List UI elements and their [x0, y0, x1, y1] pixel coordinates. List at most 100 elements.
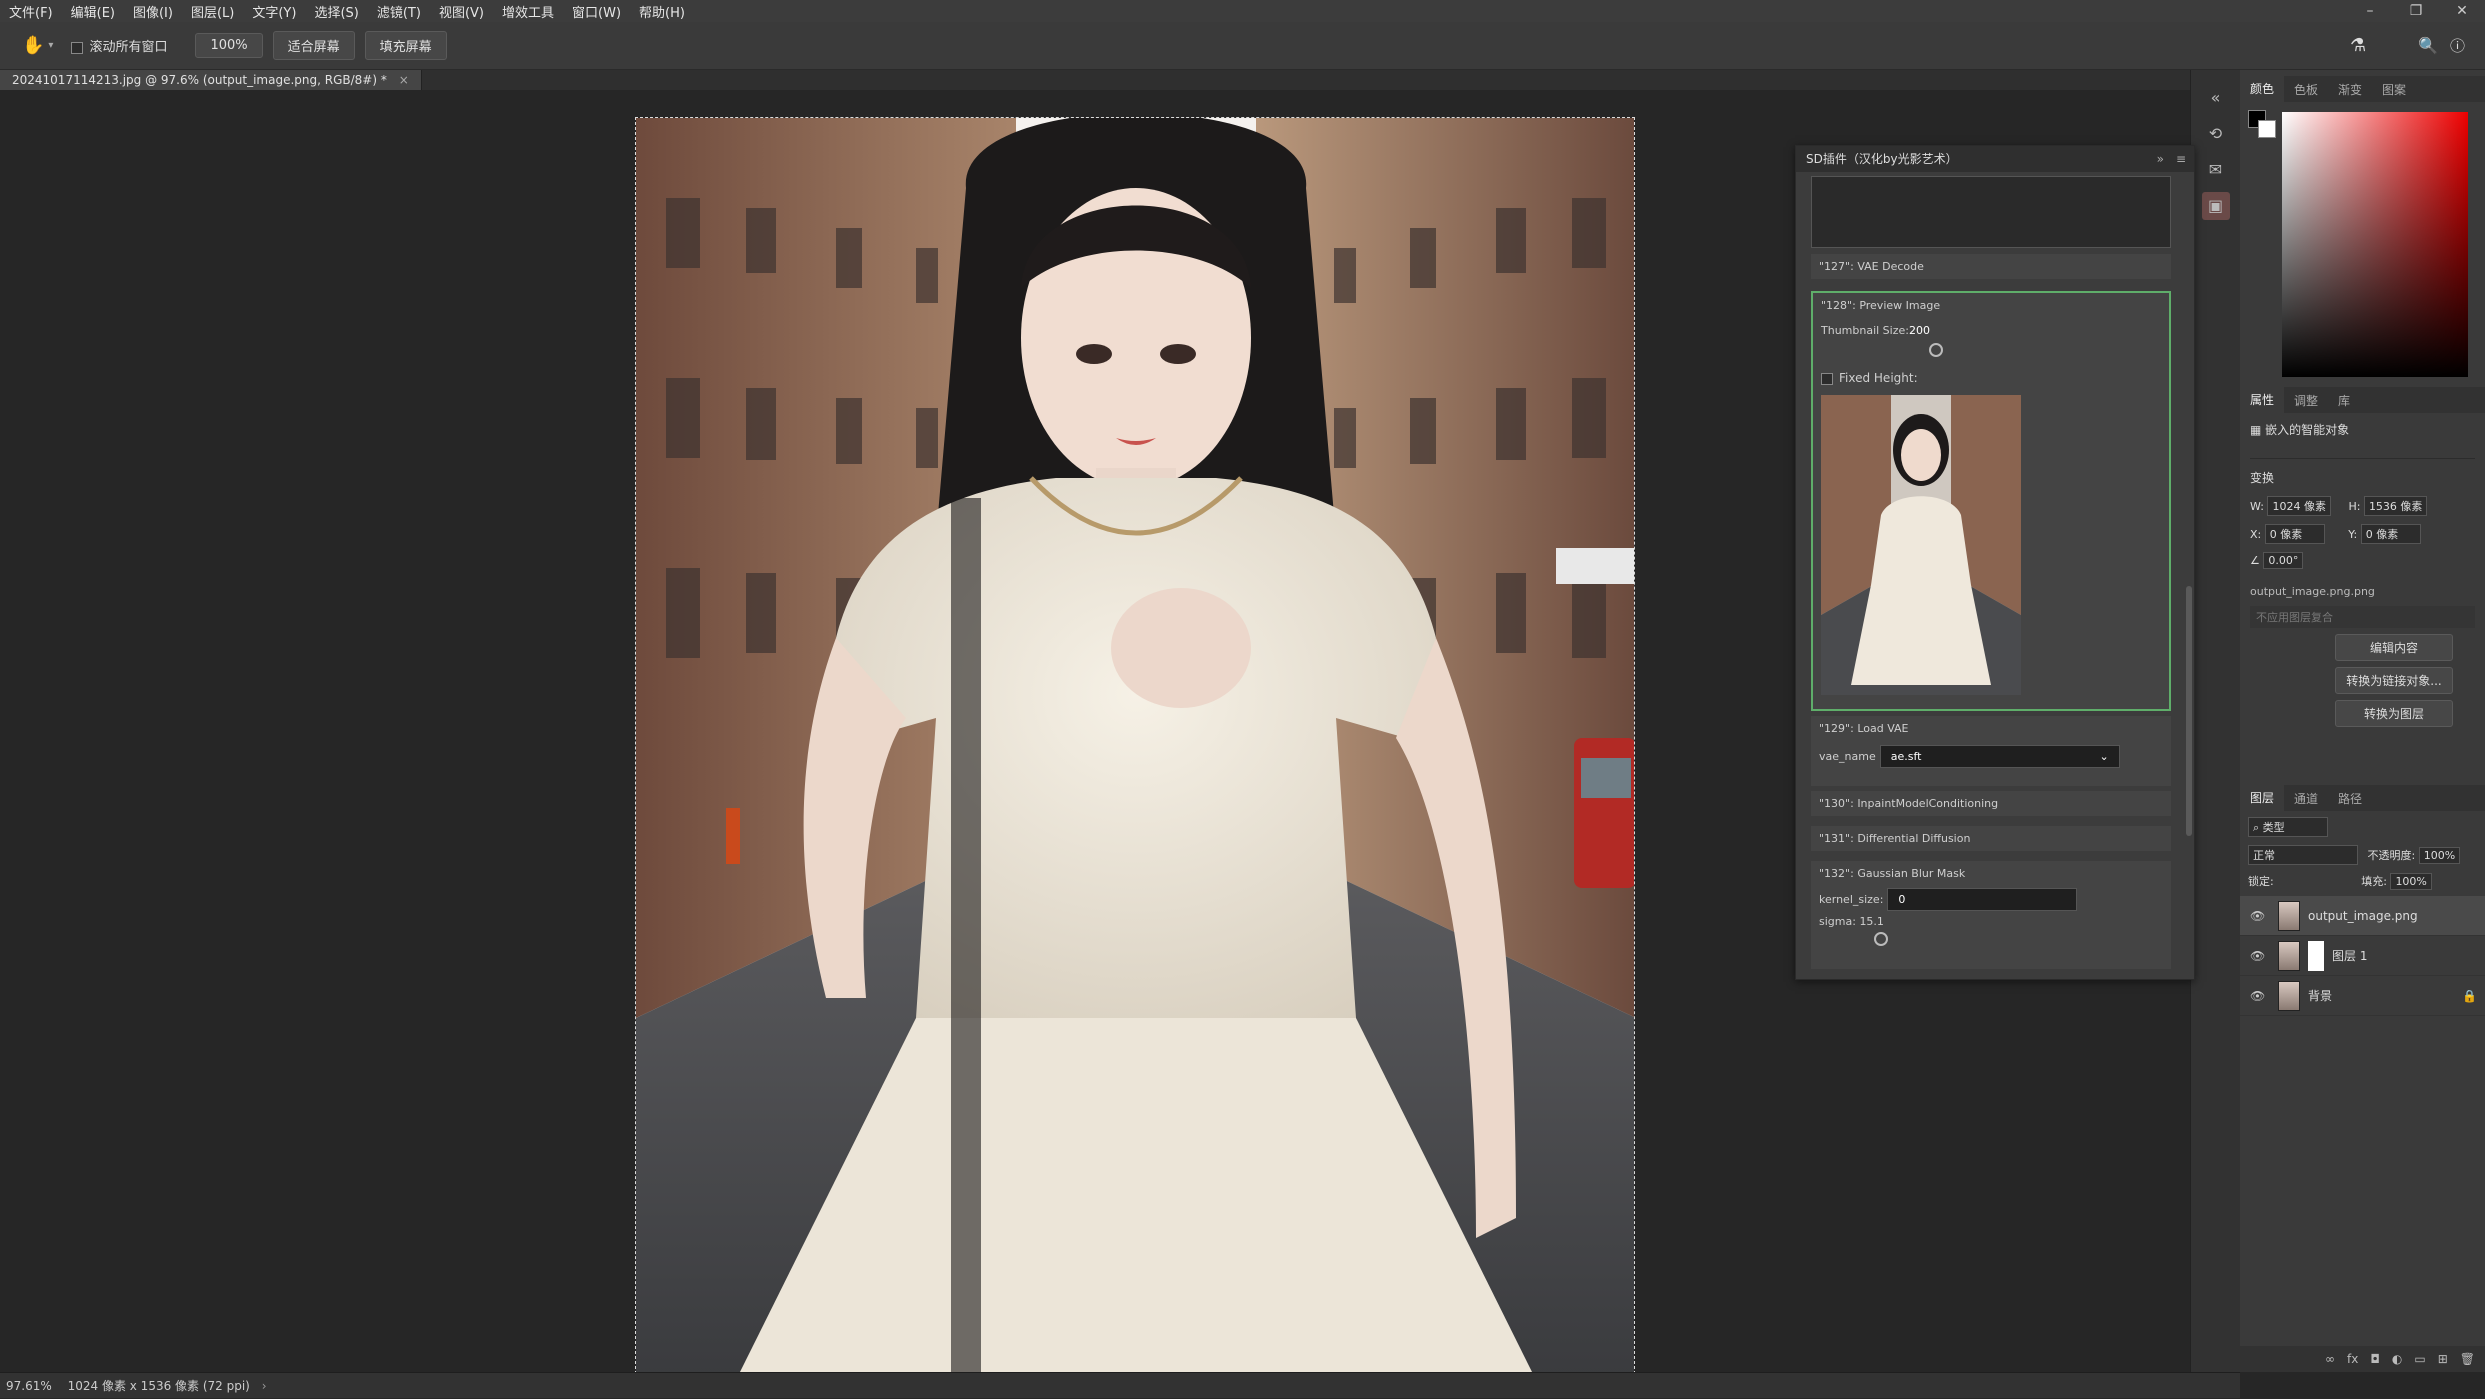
fill-field[interactable]: 100%: [2390, 873, 2432, 890]
slider-handle[interactable]: [1874, 932, 1888, 946]
slider-handle[interactable]: [1929, 343, 1943, 357]
status-bar: 97.61% 1024 像素 x 1536 像素 (72 ppi) ›: [0, 1372, 2240, 1398]
tab-paths[interactable]: 路径: [2328, 790, 2372, 807]
node-title: "131": Differential Diffusion: [1819, 832, 1971, 845]
menu-select[interactable]: 选择(S): [305, 2, 367, 21]
edit-contents-button[interactable]: 编辑内容: [2335, 634, 2453, 661]
restore-icon[interactable]: ❐: [2393, 0, 2439, 22]
tab-gradients[interactable]: 渐变: [2328, 81, 2372, 98]
node-132[interactable]: "132": Gaussian Blur Mask kernel_size: 0…: [1811, 861, 2171, 969]
menu-help[interactable]: 帮助(H): [630, 2, 694, 21]
document-tab[interactable]: 20241017114213.jpg @ 97.6% (output_image…: [0, 70, 422, 90]
tab-libraries[interactable]: 库: [2328, 392, 2360, 409]
link-icon[interactable]: ∞: [2325, 1352, 2335, 1366]
menu-bar: 文件(F) 编辑(E) 图像(I) 图层(L) 文字(Y) 选择(S) 滤镜(T…: [0, 0, 2485, 22]
y-label: Y:: [2348, 528, 2358, 541]
hand-tool-icon[interactable]: ✋: [22, 35, 44, 56]
tab-swatches[interactable]: 色板: [2284, 81, 2328, 98]
menu-plugins[interactable]: 增效工具: [493, 2, 563, 21]
menu-view[interactable]: 视图(V): [430, 2, 493, 21]
chevron-down-icon[interactable]: ▾: [48, 40, 53, 51]
close-icon[interactable]: ×: [399, 73, 409, 87]
eye-icon[interactable]: 👁: [2250, 949, 2268, 963]
convert-to-linked-button[interactable]: 转换为链接对象...: [2335, 667, 2453, 694]
help-icon[interactable]: ⓘ: [2450, 35, 2465, 56]
fixed-height-row[interactable]: Fixed Height:: [1821, 371, 2161, 385]
fx-icon[interactable]: fx: [2347, 1352, 2358, 1366]
layers-panel-tabs: 图层 通道 路径: [2240, 785, 2485, 811]
eye-icon[interactable]: 👁: [2250, 989, 2268, 1003]
node-128[interactable]: "128": Preview Image Thumbnail Size:200 …: [1811, 291, 2171, 711]
menu-icon[interactable]: ≡: [2176, 146, 2186, 172]
tab-adjustments[interactable]: 调整: [2284, 392, 2328, 409]
layer-comp-select[interactable]: 不应用图层复合: [2250, 606, 2475, 628]
blend-mode-select[interactable]: 正常: [2248, 845, 2358, 865]
close-icon[interactable]: ✕: [2439, 0, 2485, 22]
angle-row: ∠ 0.00°: [2250, 552, 2475, 569]
fit-screen-button[interactable]: 适合屏幕: [272, 31, 355, 60]
search-icon[interactable]: 🔍: [2418, 36, 2438, 55]
collapse-icon[interactable]: «: [2202, 84, 2230, 112]
checkbox-box[interactable]: [71, 41, 84, 54]
tab-channels[interactable]: 通道: [2284, 790, 2328, 807]
y-field[interactable]: 0 像素: [2360, 524, 2421, 544]
zoom-100-button[interactable]: 100%: [195, 33, 263, 58]
sigma-slider[interactable]: [1819, 928, 2163, 950]
flask-icon[interactable]: ⚗: [2350, 35, 2366, 56]
angle-field[interactable]: 0.00°: [2263, 552, 2304, 569]
fill-screen-button[interactable]: 填充屏幕: [364, 31, 447, 60]
width-field[interactable]: 1024 像素: [2267, 496, 2331, 516]
tab-properties[interactable]: 属性: [2240, 387, 2285, 413]
right-panel: 颜色 色板 渐变 图案 属性 调整 库 ▦ 嵌入的智能对象 变换 W: 1024…: [2240, 70, 2485, 1372]
menu-file[interactable]: 文件(F): [0, 2, 62, 21]
sd-panel-title: SD插件（汉化by光影艺术）: [1806, 152, 1958, 166]
menu-image[interactable]: 图像(I): [124, 2, 182, 21]
scroll-all-windows-checkbox[interactable]: 滚动所有窗口: [71, 36, 167, 55]
search-icon: ⌕: [2253, 821, 2260, 834]
chevron-right-icon[interactable]: ›: [262, 1379, 267, 1393]
layer-mask-thumbnail[interactable]: [2308, 940, 2324, 971]
plugin-icon[interactable]: ▣: [2201, 192, 2230, 220]
menu-layer[interactable]: 图层(L): [182, 2, 243, 21]
layer-filter-select[interactable]: ⌕ 类型: [2248, 817, 2328, 837]
layer-row[interactable]: 👁 背景 🔒: [2240, 976, 2485, 1016]
convert-to-layers-button[interactable]: 转换为图层: [2335, 700, 2453, 727]
collapse-icon[interactable]: »: [2157, 146, 2164, 172]
color-picker-field[interactable]: [2282, 112, 2468, 377]
menu-type[interactable]: 文字(Y): [243, 2, 305, 21]
node-130[interactable]: "130": InpaintModelConditioning: [1811, 791, 2171, 816]
history-icon[interactable]: ⟲: [2202, 120, 2230, 148]
mask-icon[interactable]: ◘: [2370, 1352, 2380, 1366]
scrollbar[interactable]: [2186, 586, 2192, 836]
layer-row[interactable]: 👁 output_image.png: [2240, 896, 2485, 936]
comment-icon[interactable]: ✉: [2202, 156, 2230, 184]
layer-row[interactable]: 👁 图层 1: [2240, 936, 2485, 976]
eye-icon[interactable]: 👁: [2250, 909, 2268, 923]
x-field[interactable]: 0 像素: [2264, 524, 2325, 544]
status-zoom[interactable]: 97.61%: [6, 1379, 52, 1393]
menu-edit[interactable]: 编辑(E): [62, 2, 124, 21]
background-color-swatch[interactable]: [2258, 120, 2276, 138]
sigma-value: 15.1: [1859, 915, 1884, 928]
folder-icon[interactable]: ▭: [2414, 1352, 2425, 1366]
kernel-input[interactable]: 0: [1887, 888, 2078, 911]
preview-thumbnail-image: [1821, 395, 2021, 695]
node-129[interactable]: "129": Load VAE vae_name ae.sft ⌄: [1811, 716, 2171, 786]
node-131[interactable]: "131": Differential Diffusion: [1811, 826, 2171, 851]
adjustment-icon[interactable]: ◐: [2392, 1352, 2402, 1366]
vae-select[interactable]: ae.sft ⌄: [1879, 745, 2120, 768]
height-field[interactable]: 1536 像素: [2363, 496, 2428, 516]
node-127[interactable]: "127": VAE Decode: [1811, 254, 2171, 279]
tab-layers[interactable]: 图层: [2240, 785, 2285, 811]
menu-filter[interactable]: 滤镜(T): [368, 2, 430, 21]
menu-window[interactable]: 窗口(W): [563, 2, 630, 21]
new-layer-icon[interactable]: ⊞: [2438, 1352, 2448, 1366]
minimize-icon[interactable]: –: [2347, 0, 2393, 22]
checkbox-box[interactable]: [1821, 372, 1833, 385]
tab-patterns[interactable]: 图案: [2372, 81, 2416, 98]
thumbnail-size-slider[interactable]: [1821, 337, 2161, 363]
opacity-field[interactable]: 100%: [2418, 847, 2461, 864]
tab-color[interactable]: 颜色: [2240, 76, 2285, 102]
trash-icon[interactable]: 🗑: [2460, 1352, 2475, 1366]
photo-image[interactable]: [635, 117, 1635, 1372]
